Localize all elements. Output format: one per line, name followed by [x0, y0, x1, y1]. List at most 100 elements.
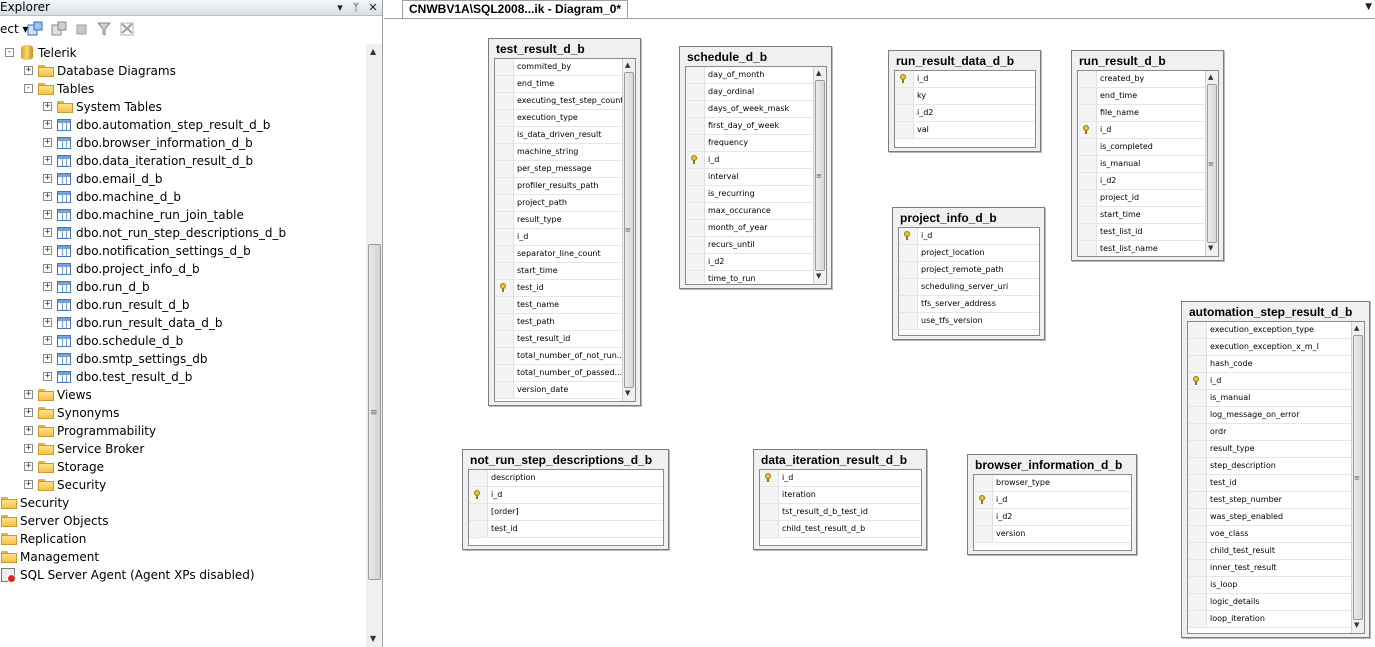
expand-icon[interactable]: + [24, 462, 33, 471]
tree-node[interactable]: + dbo.data_iteration_result_d_b [0, 152, 366, 170]
diagram-table[interactable]: run_result_data_d_b i_d ky i_d2 val [888, 50, 1041, 152]
row-selector[interactable] [469, 470, 488, 486]
scroll-down-icon[interactable]: ▼ [816, 272, 821, 280]
row-selector[interactable] [1188, 356, 1207, 372]
column-row[interactable]: first_day_of_week [686, 118, 813, 135]
column-row[interactable]: test_path [495, 314, 622, 331]
scroll-down-icon[interactable]: ▼ [370, 634, 376, 643]
row-selector[interactable] [495, 127, 514, 143]
column-row[interactable]: execution_type [495, 110, 622, 127]
column-row[interactable]: description [469, 470, 663, 487]
column-row[interactable]: i_d2 [895, 105, 1035, 122]
row-selector[interactable] [1188, 475, 1207, 491]
column-row[interactable]: start_time [1078, 207, 1205, 224]
scroll-down-icon[interactable]: ▼ [625, 389, 630, 397]
expand-icon[interactable]: + [43, 336, 52, 345]
column-row[interactable]: day_of_month [686, 67, 813, 84]
tree-node[interactable]: + dbo.smtp_settings_db [0, 350, 366, 368]
row-selector[interactable] [1188, 594, 1207, 610]
row-selector[interactable] [686, 237, 705, 253]
row-selector[interactable] [1188, 339, 1207, 355]
row-selector[interactable] [1078, 241, 1097, 256]
column-row[interactable]: tfs_server_address [899, 296, 1039, 313]
expand-icon[interactable]: + [43, 210, 52, 219]
row-selector[interactable] [686, 84, 705, 100]
scroll-down-icon[interactable]: ▼ [1354, 621, 1359, 629]
row-selector[interactable] [495, 76, 514, 92]
expand-icon[interactable]: + [43, 300, 52, 309]
row-selector[interactable] [1078, 224, 1097, 240]
row-selector[interactable] [1188, 492, 1207, 508]
filter-icon[interactable] [96, 21, 112, 37]
diagram-table[interactable]: data_iteration_result_d_b i_d iteration tst… [753, 449, 927, 550]
column-row[interactable]: is_completed [1078, 139, 1205, 156]
connect-button[interactable]: ect ▾ [0, 22, 29, 36]
column-row[interactable]: scheduling_server_uri [899, 279, 1039, 296]
column-row[interactable]: end_time [1078, 88, 1205, 105]
column-row[interactable]: tst_result_d_b_test_id [760, 504, 921, 521]
diagram-table[interactable]: run_result_d_b created_by end_time file_nam… [1071, 50, 1224, 261]
column-row[interactable]: separator_line_count [495, 246, 622, 263]
column-row[interactable]: month_of_year [686, 220, 813, 237]
column-row[interactable]: per_step_message [495, 161, 622, 178]
column-row[interactable]: logic_details [1188, 594, 1351, 611]
row-selector[interactable] [686, 135, 705, 151]
row-selector[interactable] [1188, 407, 1207, 423]
column-row[interactable]: i_d [895, 71, 1035, 88]
column-row[interactable]: recurs_until [686, 237, 813, 254]
row-selector[interactable] [899, 313, 918, 329]
pin-icon[interactable]: ᛘ [349, 0, 363, 15]
tree-node[interactable]: + dbo.email_d_b [0, 170, 366, 188]
scroll-up-icon[interactable]: ▲ [625, 61, 630, 69]
column-row[interactable]: [order] [469, 504, 663, 521]
column-row[interactable]: i_d [686, 152, 813, 169]
column-row[interactable]: was_step_enabled [1188, 509, 1351, 526]
row-selector[interactable] [1188, 458, 1207, 474]
column-row[interactable]: created_by [1078, 71, 1205, 88]
row-selector[interactable] [686, 271, 705, 284]
column-row[interactable]: ky [895, 88, 1035, 105]
row-selector[interactable] [895, 88, 914, 104]
row-selector[interactable] [1188, 526, 1207, 542]
tree-node[interactable]: + Database Diagrams [0, 62, 366, 80]
expand-icon[interactable]: + [24, 390, 33, 399]
scroll-up-icon[interactable]: ▲ [370, 47, 376, 56]
expand-icon[interactable]: + [43, 138, 52, 147]
explorer-vertical-scrollbar[interactable]: ▲ ≡ ▼ [366, 44, 382, 647]
column-row[interactable]: test_id [469, 521, 663, 538]
table-scrollbar[interactable]: ▲ ≡ ▼ [1205, 71, 1218, 256]
tree-node[interactable]: + dbo.schedule_d_b [0, 332, 366, 350]
row-selector[interactable] [1078, 173, 1097, 189]
row-selector[interactable] [895, 105, 914, 121]
row-selector[interactable] [686, 118, 705, 134]
column-row[interactable]: voe_class [1188, 526, 1351, 543]
tree-node[interactable]: + System Tables [0, 98, 366, 116]
column-row[interactable]: is_recurring [686, 186, 813, 203]
column-row[interactable]: total_number_of_passed... [495, 365, 622, 382]
column-row[interactable]: execution_exception_x_m_l [1188, 339, 1351, 356]
column-row[interactable]: day_ordinal [686, 84, 813, 101]
tree-node[interactable]: - Tables [0, 80, 366, 98]
column-row[interactable]: child_test_result [1188, 543, 1351, 560]
column-row[interactable]: project_path [495, 195, 622, 212]
column-row[interactable]: is_loop [1188, 577, 1351, 594]
tree-node[interactable]: + Service Broker [0, 440, 366, 458]
column-row[interactable]: i_d [495, 229, 622, 246]
column-row[interactable]: is_manual [1078, 156, 1205, 173]
expand-icon[interactable]: + [43, 246, 52, 255]
table-scrollbar[interactable]: ▲ ≡ ▼ [813, 67, 826, 284]
column-row[interactable]: test_list_name [1078, 241, 1205, 256]
row-selector[interactable] [495, 263, 514, 279]
column-row[interactable]: project_location [899, 245, 1039, 262]
row-selector[interactable] [495, 348, 514, 364]
row-selector[interactable] [1188, 560, 1207, 576]
table-scrollbar[interactable]: ▲ ≡ ▼ [1351, 322, 1364, 633]
row-selector[interactable] [974, 526, 993, 542]
connect-object-icon[interactable] [27, 21, 43, 37]
row-selector[interactable] [495, 365, 514, 381]
row-selector[interactable] [899, 279, 918, 295]
row-selector[interactable] [1078, 105, 1097, 121]
stop-icon[interactable] [74, 21, 90, 37]
column-row[interactable]: loop_iteration [1188, 611, 1351, 628]
row-selector[interactable] [899, 296, 918, 312]
